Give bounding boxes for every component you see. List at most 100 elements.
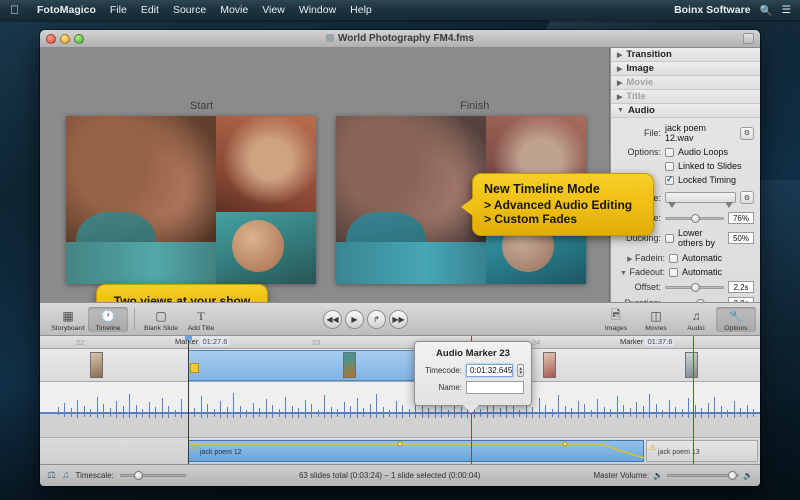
share-button[interactable]: ↱	[367, 310, 386, 329]
audio-clip-jack-poem-12[interactable]: ⚠ jack poem 12	[188, 440, 644, 462]
checkbox-linked-to-slides[interactable]	[665, 162, 674, 171]
inspector-section-image-label: Image	[626, 63, 653, 74]
chevron-right-icon: ▶	[617, 51, 622, 59]
menu-bar-account[interactable]: Boinx Software	[674, 4, 750, 16]
playhead-right[interactable]	[693, 336, 694, 464]
offset-slider-knob[interactable]	[691, 283, 700, 292]
range-slider[interactable]	[665, 192, 736, 203]
toolbar-toggle-button[interactable]	[743, 33, 754, 44]
checkbox-audio-loops[interactable]	[665, 148, 674, 157]
chevron-right-icon-2: ▶	[617, 65, 622, 73]
marker-flag-icon[interactable]	[190, 363, 199, 373]
playhead-left[interactable]	[188, 336, 189, 464]
range-handle-right[interactable]	[725, 202, 733, 208]
audio-clip-jack-poem-13[interactable]: ⚠ jack poem 13	[646, 440, 758, 462]
slide-strip[interactable]: 22 23 24	[40, 349, 760, 382]
warning-icon-2: ⚠	[649, 443, 656, 452]
menu-item-edit[interactable]: Edit	[134, 4, 166, 16]
checkbox-fadein-automatic[interactable]	[669, 254, 678, 263]
window-title-bar[interactable]: World Photography FM4.fms	[40, 30, 760, 48]
inspector-section-audio[interactable]: ▼ Audio	[611, 104, 760, 118]
menu-item-file[interactable]: File	[103, 4, 134, 16]
inspector-section-transition[interactable]: ▶ Transition	[611, 48, 760, 62]
timeline-button[interactable]: 🕐 Timeline	[88, 307, 128, 332]
slide-thumbnail-3[interactable]	[543, 352, 556, 378]
forward-icon: ▶▶	[392, 315, 404, 324]
slide-thumbnail-4[interactable]	[685, 352, 698, 378]
checkbox-lower-others[interactable]	[665, 234, 674, 243]
audio-waveform-view[interactable]	[40, 382, 760, 438]
toolbar-separator	[134, 308, 135, 330]
start-preview-pane[interactable]	[66, 116, 316, 284]
menu-item-movie[interactable]: Movie	[213, 4, 255, 16]
locked-timing-label: Locked Timing	[678, 175, 736, 185]
rewind-button[interactable]: ◀◀	[323, 310, 342, 329]
master-volume-knob[interactable]	[728, 471, 737, 480]
menu-item-view[interactable]: View	[255, 4, 292, 16]
gear-icon[interactable]: ⚙	[740, 127, 754, 140]
blank-slide-label: Blank Slide	[144, 325, 178, 332]
offset-slider[interactable]	[665, 282, 724, 293]
forward-button[interactable]: ▶▶	[389, 310, 408, 329]
timeline-ruler[interactable]: Marker 01:27.6 Marker 01:37.6	[40, 336, 760, 349]
marker-right[interactable]: Marker 01:37.6	[620, 337, 674, 346]
inspector-section-title[interactable]: ▶ Title	[611, 90, 760, 104]
storyboard-button[interactable]: ▦ Storyboard	[48, 307, 88, 332]
clock-icon: 🕐	[101, 309, 116, 324]
transport-controls: ◀◀ ▶ ↱ ▶▶	[323, 310, 408, 329]
menu-item-app[interactable]: FotoMagico	[30, 4, 103, 16]
volume-value[interactable]: 76%	[728, 212, 754, 224]
ducking-value[interactable]: 50%	[728, 232, 754, 244]
images-button[interactable]: 🖻 Images	[596, 307, 636, 332]
warning-icon: ⚠	[191, 443, 198, 452]
chevron-down-icon-fadeout[interactable]: ▼	[620, 270, 627, 277]
stepper-icon[interactable]: ▲▼	[517, 364, 524, 377]
snap-icon[interactable]: ⚖	[47, 470, 56, 481]
play-button[interactable]: ▶	[345, 310, 364, 329]
blank-slide-button[interactable]: ▢ Blank Slide	[141, 307, 181, 332]
timeline-region[interactable]: Marker 01:27.6 Marker 01:37.6 22 23 24	[40, 336, 760, 464]
timecode-input[interactable]: 0:01:32.645	[466, 364, 513, 377]
search-icon[interactable]: 🔍	[760, 4, 773, 17]
text-icon: T	[197, 309, 204, 324]
slide-thumbnail[interactable]	[90, 352, 103, 378]
master-volume-slider[interactable]	[667, 471, 739, 481]
name-input[interactable]	[466, 381, 524, 394]
movies-label: Movies	[645, 325, 667, 332]
audio-note-icon-status[interactable]: ♫	[62, 470, 70, 481]
marker-left-value: 01:27.6	[200, 337, 229, 346]
audio-fadein-label: ▶ Fadein:	[617, 253, 665, 263]
list-icon[interactable]: ☰	[782, 4, 791, 16]
add-title-button[interactable]: T Add Title	[181, 307, 221, 332]
volume-slider-knob[interactable]	[691, 214, 700, 223]
range-handle-left[interactable]	[668, 202, 676, 208]
timescale-slider-track	[120, 474, 186, 477]
movies-button[interactable]: ◫ Movies	[636, 307, 676, 332]
checkbox-fadeout-automatic[interactable]	[669, 268, 678, 277]
finish-label: Finish	[460, 100, 489, 112]
audio-button[interactable]: ♫ Audio	[676, 307, 716, 332]
checkbox-locked-timing[interactable]	[665, 176, 674, 185]
menu-item-window[interactable]: Window	[292, 4, 343, 16]
menu-item-help[interactable]: Help	[343, 4, 379, 16]
images-label: Images	[605, 325, 627, 332]
marker-left[interactable]: Marker 01:27.6	[175, 337, 229, 346]
timescale-slider[interactable]	[120, 471, 186, 481]
audio-track-lane[interactable]: ⚠ jack poem 12 ⚠ jack poem 13	[40, 438, 760, 464]
slide-thumbnail-2[interactable]	[343, 352, 356, 378]
volume-slider[interactable]	[665, 213, 724, 224]
gear-icon-range[interactable]: ⚙	[740, 191, 754, 204]
offset-value[interactable]: 2,2s	[728, 281, 754, 293]
audio-fadeout-label: ▼ Fadeout:	[617, 267, 665, 277]
audio-file-label: File:	[617, 128, 661, 138]
inspector-section-image[interactable]: ▶ Image	[611, 62, 760, 76]
add-group: ▢ Blank Slide T Add Title	[141, 307, 221, 332]
options-button[interactable]: 🔧 Options	[716, 307, 756, 332]
media-panel-group: 🖻 Images ◫ Movies ♫ Audio 🔧 Options	[596, 307, 756, 332]
timescale-slider-knob[interactable]	[134, 471, 143, 480]
chevron-right-icon-fadein[interactable]: ▶	[627, 256, 632, 263]
inspector-section-audio-label: Audio	[628, 105, 655, 116]
apple-icon[interactable]: 	[10, 4, 19, 16]
inspector-section-movie[interactable]: ▶ Movie	[611, 76, 760, 90]
menu-item-source[interactable]: Source	[166, 4, 213, 16]
